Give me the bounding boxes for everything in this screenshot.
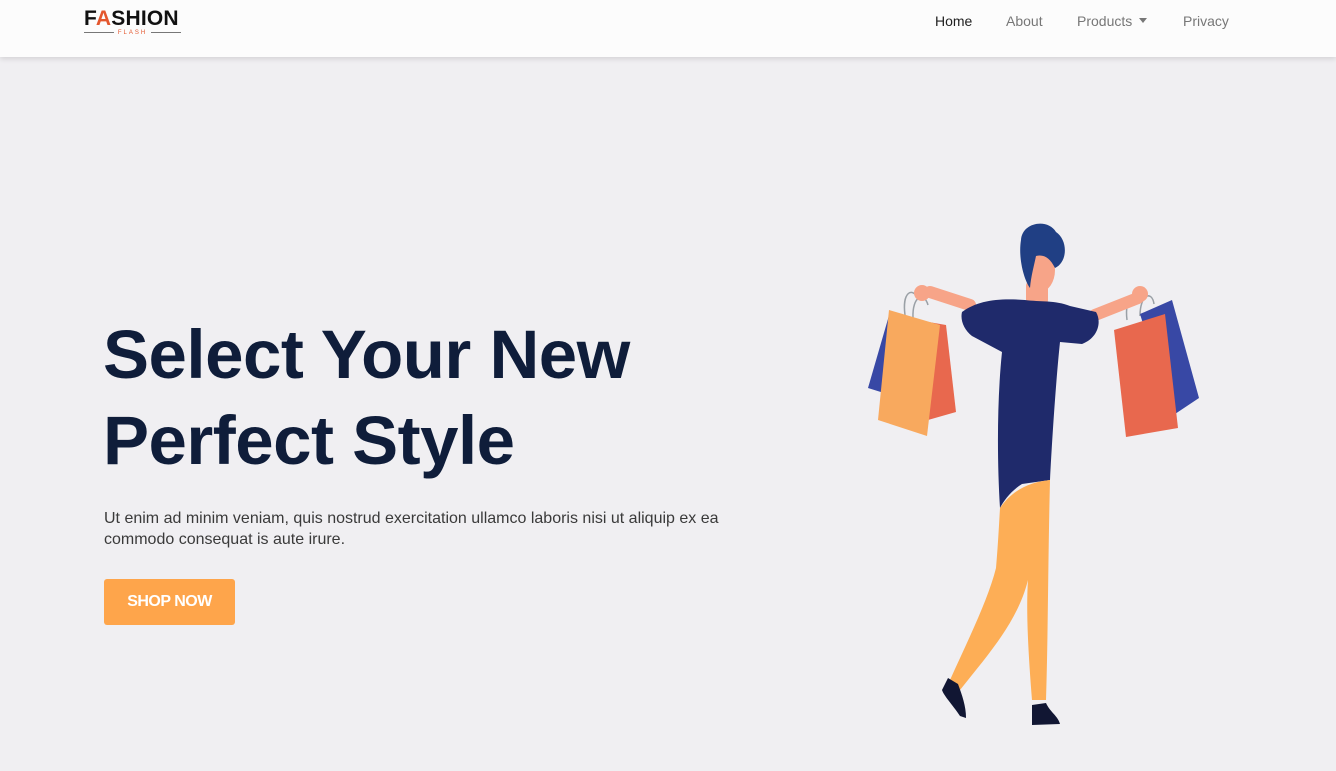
hero-description: Ut enim ad minim veniam, quis nostrud ex… (104, 510, 719, 548)
nav-about[interactable]: About (1006, 12, 1043, 30)
nav-home[interactable]: Home (935, 12, 972, 30)
nav-products[interactable]: Products (1077, 12, 1148, 30)
hero-title: Select Your New Perfect Style (103, 312, 743, 484)
navbar: FASHION FLASH Home About Products Privac… (0, 0, 1336, 57)
hero-title-line2: Perfect Style (103, 402, 515, 479)
shopping-person-illustration (868, 223, 1199, 725)
shop-now-button[interactable]: SHOP NOW (104, 579, 235, 625)
nav-products-label: Products (1077, 13, 1133, 29)
caret-down-icon (1139, 18, 1148, 23)
main-nav: Home About Products Privacy (0, 12, 1336, 32)
nav-privacy[interactable]: Privacy (1183, 12, 1229, 30)
hero-title-line1: Select Your New (103, 316, 630, 393)
